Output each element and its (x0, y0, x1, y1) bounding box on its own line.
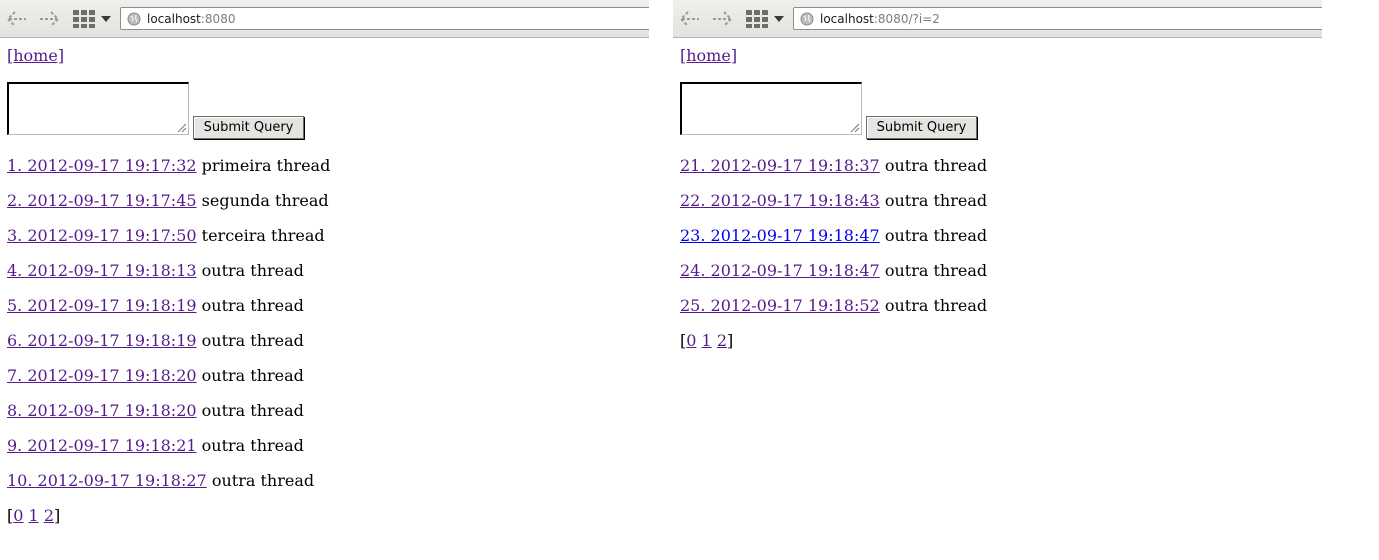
thread-link[interactable]: 2. 2012-09-17 19:17:45 (7, 191, 197, 210)
thread-title: segunda thread (201, 191, 329, 210)
page-link-0[interactable]: 0 (686, 331, 696, 350)
thread-item: 25. 2012-09-17 19:18:52 outra thread (680, 296, 987, 331)
url-host: localhost (820, 11, 874, 26)
thread-title: outra thread (201, 401, 304, 420)
thread-title: outra thread (201, 366, 304, 385)
forward-arrow-icon[interactable] (36, 7, 62, 31)
pagination-close-bracket: ] (54, 506, 61, 525)
thread-item: 21. 2012-09-17 19:18:37 outra thread (680, 156, 987, 191)
page-link-2[interactable]: 2 (717, 331, 727, 350)
speed-dial-grid-icon[interactable] (744, 7, 770, 31)
thread-link[interactable]: 24. 2012-09-17 19:18:47 (680, 261, 880, 280)
submit-button[interactable]: Submit Query (193, 116, 304, 139)
home-link[interactable]: [home] (7, 46, 64, 65)
thread-title: terceira thread (201, 226, 325, 245)
thread-title: outra thread (201, 436, 304, 455)
chevron-down-icon[interactable] (772, 7, 786, 31)
home-link[interactable]: [home] (680, 46, 737, 65)
thread-title: outra thread (884, 226, 988, 245)
thread-link[interactable]: 1. 2012-09-17 19:17:32 (7, 156, 197, 175)
page-link-0[interactable]: 0 (13, 506, 23, 525)
resize-grip-icon[interactable] (849, 122, 860, 133)
thread-link[interactable]: 4. 2012-09-17 19:18:13 (7, 261, 197, 280)
message-textarea[interactable] (680, 82, 862, 135)
thread-link[interactable]: 8. 2012-09-17 19:18:20 (7, 401, 197, 420)
globe-icon (127, 12, 141, 26)
page-link-1[interactable]: 1 (29, 506, 39, 525)
thread-title: outra thread (201, 261, 304, 280)
forward-arrow-icon[interactable] (709, 7, 735, 31)
message-textarea[interactable] (7, 82, 189, 135)
thread-title: primeira thread (201, 156, 331, 175)
thread-link[interactable]: 25. 2012-09-17 19:18:52 (680, 296, 880, 315)
thread-title: outra thread (884, 191, 988, 210)
thread-item: 6. 2012-09-17 19:18:19 outra thread (7, 331, 330, 366)
back-arrow-icon[interactable] (677, 7, 703, 31)
url-path: :8080/?i=2 (873, 11, 940, 26)
thread-title: outra thread (201, 296, 304, 315)
thread-link[interactable]: 23. 2012-09-17 19:18:47 (680, 226, 880, 245)
page-link-1[interactable]: 1 (702, 331, 712, 350)
thread-item: 10. 2012-09-17 19:18:27 outra thread (7, 471, 330, 506)
address-bar[interactable]: localhost:8080/?i=2 (793, 7, 1322, 30)
browser-window-left: localhost:8080 [home] Submit Query 1. 20… (0, 0, 649, 560)
url-path: :8080 (200, 11, 236, 26)
thread-item: 24. 2012-09-17 19:18:47 outra thread (680, 261, 987, 296)
url-host: localhost (147, 11, 201, 26)
chevron-down-icon[interactable] (99, 7, 113, 31)
thread-item: 1. 2012-09-17 19:17:32 primeira thread (7, 156, 330, 191)
pagination: [0 1 2] (680, 331, 987, 350)
thread-link[interactable]: 22. 2012-09-17 19:18:43 (680, 191, 880, 210)
thread-title: outra thread (211, 471, 315, 490)
globe-icon (800, 12, 814, 26)
thread-list: 1. 2012-09-17 19:17:32 primeira thread 2.… (7, 156, 330, 525)
browser-toolbar: localhost:8080 (0, 0, 649, 38)
thread-item: 9. 2012-09-17 19:18:21 outra thread (7, 436, 330, 471)
browser-toolbar: localhost:8080/?i=2 (673, 0, 1322, 38)
thread-link[interactable]: 7. 2012-09-17 19:18:20 (7, 366, 197, 385)
thread-item: 3. 2012-09-17 19:17:50 terceira thread (7, 226, 330, 261)
thread-title: outra thread (884, 261, 988, 280)
browser-window-right: localhost:8080/?i=2 [home] Submit Query … (673, 0, 1322, 560)
thread-item: 8. 2012-09-17 19:18:20 outra thread (7, 401, 330, 436)
thread-link[interactable]: 9. 2012-09-17 19:18:21 (7, 436, 197, 455)
thread-title: outra thread (884, 296, 988, 315)
thread-link[interactable]: 5. 2012-09-17 19:18:19 (7, 296, 197, 315)
thread-item: 2. 2012-09-17 19:17:45 segunda thread (7, 191, 330, 226)
thread-link[interactable]: 10. 2012-09-17 19:18:27 (7, 471, 207, 490)
thread-link[interactable]: 3. 2012-09-17 19:17:50 (7, 226, 197, 245)
thread-item: 23. 2012-09-17 19:18:47 outra thread (680, 226, 987, 261)
thread-item: 22. 2012-09-17 19:18:43 outra thread (680, 191, 987, 226)
page-link-2[interactable]: 2 (44, 506, 54, 525)
thread-item: 7. 2012-09-17 19:18:20 outra thread (7, 366, 330, 401)
thread-list: 21. 2012-09-17 19:18:37 outra thread 22. … (680, 156, 987, 350)
submit-button[interactable]: Submit Query (866, 116, 977, 139)
pagination: [0 1 2] (7, 506, 330, 525)
address-bar[interactable]: localhost:8080 (120, 7, 649, 30)
back-arrow-icon[interactable] (4, 7, 30, 31)
thread-title: outra thread (884, 156, 988, 175)
thread-title: outra thread (201, 331, 304, 350)
thread-item: 5. 2012-09-17 19:18:19 outra thread (7, 296, 330, 331)
thread-item: 4. 2012-09-17 19:18:13 outra thread (7, 261, 330, 296)
resize-grip-icon[interactable] (176, 122, 187, 133)
thread-link[interactable]: 6. 2012-09-17 19:18:19 (7, 331, 197, 350)
speed-dial-grid-icon[interactable] (71, 7, 97, 31)
thread-link[interactable]: 21. 2012-09-17 19:18:37 (680, 156, 880, 175)
pagination-close-bracket: ] (727, 331, 734, 350)
